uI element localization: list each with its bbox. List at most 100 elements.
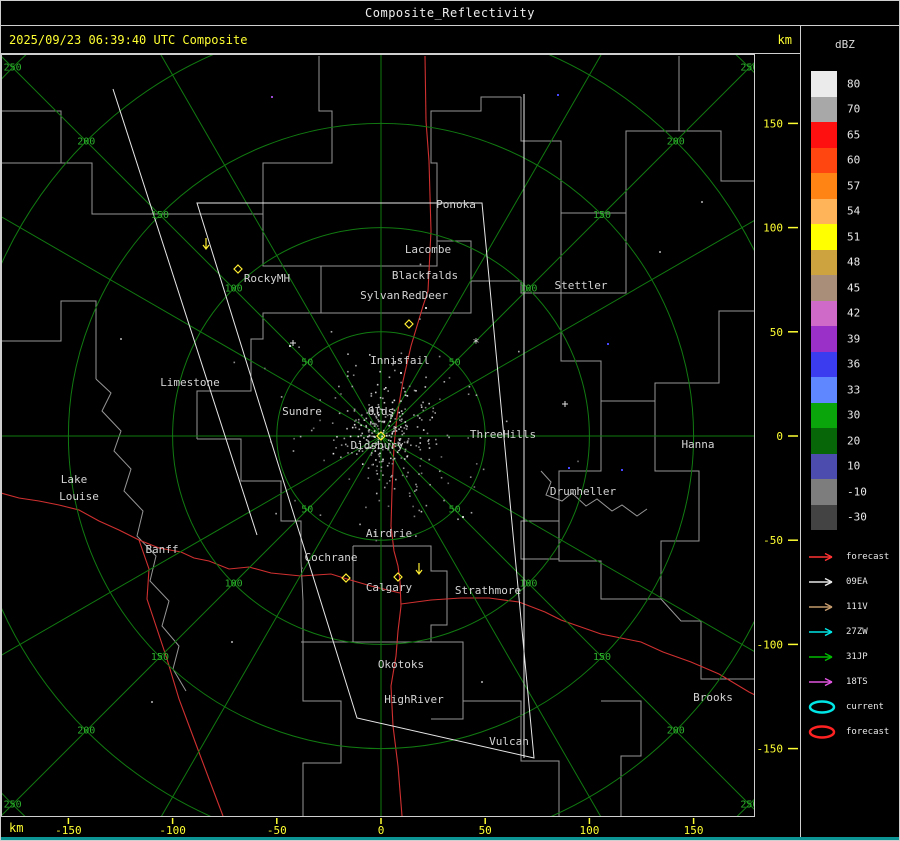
radar-echo: [382, 474, 384, 476]
radar-echo: [402, 387, 405, 389]
radar-echo: [343, 437, 346, 440]
radar-echo: [413, 414, 415, 416]
radar-echo: [382, 458, 384, 461]
right-axis-unit: km: [777, 32, 792, 47]
radar-echo: [435, 443, 438, 445]
bottom-axis-label: -100: [159, 824, 186, 837]
range-ring-label: 100: [519, 284, 537, 295]
product-header: 2025/09/23 06:39:40 UTC Composite km: [1, 26, 800, 54]
range-ring-label: 50: [301, 357, 313, 368]
radar-echo: [372, 422, 374, 425]
colorbar-swatch: [811, 377, 837, 403]
radar-echo: [367, 477, 370, 479]
radar-echo: [371, 432, 373, 434]
radar-echo: [331, 422, 334, 424]
azimuth-spoke: [159, 54, 382, 437]
radar-echo: [388, 424, 390, 427]
radar-map[interactable]: 50 50 50 50 100 100 100 100 150 150 150 150 200 200 20…: [1, 1, 801, 841]
radar-echo: [358, 428, 361, 431]
radar-echo: [383, 486, 386, 489]
radar-echo: [370, 395, 373, 397]
radar-echo: [370, 392, 373, 395]
radar-echo: [443, 381, 446, 383]
right-axis-label: -100: [757, 638, 784, 651]
highway-line: [138, 539, 224, 816]
range-ring-label: 150: [151, 652, 169, 663]
radar-echo: [470, 511, 473, 514]
city-label: Blackfalds: [392, 269, 458, 282]
city-label: Hanna: [681, 438, 714, 451]
radar-echo: [338, 385, 340, 388]
radar-echo: [420, 404, 423, 406]
storm-ellipse-icon: [808, 699, 836, 714]
radar-echo: [393, 426, 396, 428]
radar-echo: [400, 381, 402, 384]
colorbar-row: 39: [801, 326, 899, 352]
bottom-axis-unit: km: [9, 821, 24, 835]
city-dot: [462, 516, 464, 518]
radar-echo: [375, 539, 378, 542]
radar-echo: [365, 506, 367, 509]
radar-echo: [378, 499, 381, 502]
radar-echo: [401, 430, 403, 432]
colorbar-row: 60: [801, 147, 899, 173]
colorbar-value: 20: [847, 434, 861, 448]
radar-echo: [420, 406, 423, 408]
radar-echo: [393, 399, 396, 402]
radar-echo: [370, 454, 373, 456]
range-ring-label: 150: [593, 652, 611, 663]
county-boundary: [1, 110, 62, 163]
highway-line: [1, 492, 401, 594]
radar-echo: [505, 420, 508, 423]
radar-echo: [387, 505, 390, 508]
radar-echo: [482, 468, 485, 471]
colorbar-value: 80: [847, 77, 861, 91]
range-ring-label: 250: [740, 63, 758, 74]
radar-echo: [280, 396, 283, 398]
radar-echo: [577, 460, 579, 463]
azimuth-spoke: [1, 435, 382, 656]
radar-echo: [383, 401, 386, 404]
radar-echo: [424, 386, 427, 388]
radar-echo: [375, 469, 378, 472]
radar-echo: [371, 435, 373, 438]
radar-echo: [408, 492, 411, 495]
radar-echo: [420, 419, 423, 421]
colorbar-row: 51: [801, 224, 899, 250]
legend-label: 09EA: [846, 576, 868, 587]
radar-echo: [366, 435, 369, 438]
radar-echo: [407, 437, 410, 440]
right-axis-label: 0: [776, 430, 783, 443]
legend-label: current: [846, 701, 884, 712]
radar-echo: [384, 386, 387, 389]
radar-echo: [378, 420, 380, 423]
radar-echo: [440, 456, 443, 458]
radar-echo: [435, 438, 437, 441]
radar-echo: [405, 475, 408, 478]
county-boundary: [520, 97, 562, 293]
window-title: Composite_Reflectivity: [365, 6, 535, 20]
track-arrow-icon: [809, 627, 833, 636]
radar-echo: [299, 435, 302, 438]
map-layers: 50 50 50 50 100 100 100 100 150 150 150 150 200 200 20…: [1, 54, 758, 816]
radar-echo: [346, 410, 349, 412]
radar-echo: [409, 495, 411, 497]
radar-echo: [379, 396, 382, 399]
radar-echo: [351, 452, 353, 454]
radar-echo: [301, 567, 303, 570]
city-label: Louise: [59, 490, 99, 503]
radar-echo: [422, 409, 425, 412]
radar-echo: [475, 394, 478, 397]
radar-echo: [377, 453, 380, 456]
storm-track-legend: forecast 09EA 111V 27ZW 31JP 18TS current forec…: [807, 544, 889, 744]
radar-echo: [420, 472, 423, 475]
radar-echo: [348, 478, 351, 480]
radar-echo: [401, 474, 404, 477]
radar-echo: [294, 499, 296, 502]
radar-echo: [467, 393, 470, 396]
point-echo: [701, 201, 703, 203]
radar-echo: [374, 391, 377, 394]
radar-echo: [404, 394, 407, 397]
radar-echo: [379, 370, 381, 373]
radar-echo: [310, 429, 313, 432]
